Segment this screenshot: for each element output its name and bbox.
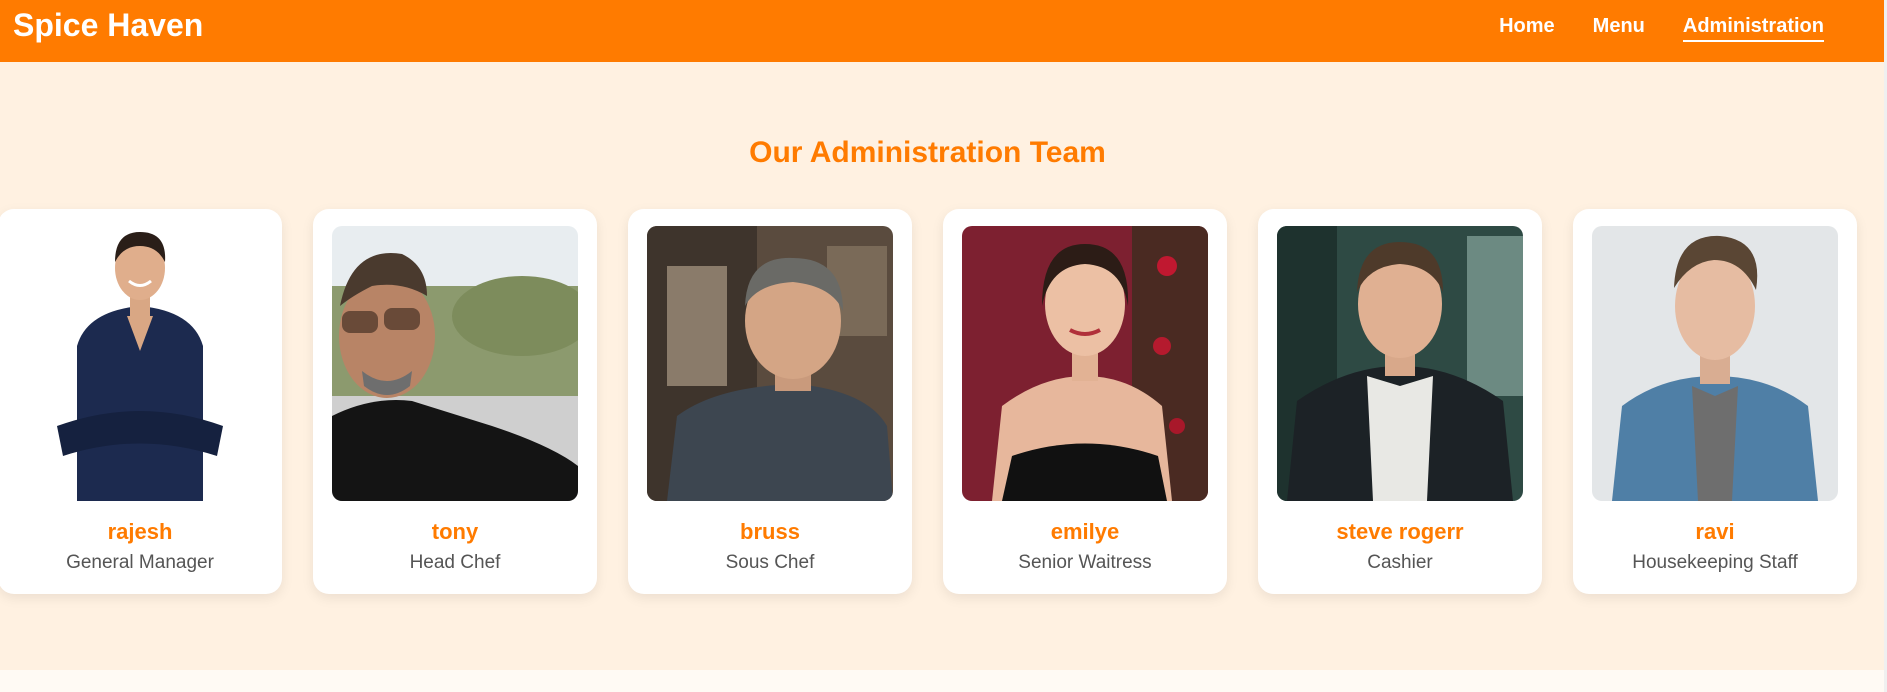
section-title: Our Administration Team <box>749 136 1106 169</box>
member-name: rajesh <box>107 519 173 544</box>
member-name: ravi <box>1695 519 1735 544</box>
man-sunglasses-photo <box>332 226 578 501</box>
woman-black-dress-photo <box>962 226 1208 501</box>
team-card: rajesh General Manager <box>0 209 282 594</box>
man-crossed-arms-photo <box>17 226 263 501</box>
member-name: bruss <box>740 519 800 544</box>
main-nav: Home Menu Administration <box>1499 14 1824 42</box>
member-role: Head Chef <box>409 552 501 573</box>
administration-section: Our Administration Team rajesh General M… <box>0 62 1884 670</box>
page: Spice Haven Home Menu Administration Our… <box>0 0 1887 692</box>
member-name: emilye <box>1050 519 1120 544</box>
member-role: Housekeeping Staff <box>1632 552 1798 573</box>
team-card: emilye Senior Waitress <box>943 209 1227 594</box>
nav-administration-link[interactable]: Administration <box>1682 14 1824 42</box>
member-role: Senior Waitress <box>1018 552 1152 573</box>
member-name: tony <box>431 519 479 544</box>
nav-home-link[interactable]: Home <box>1499 14 1555 42</box>
man-dark-jacket-photo <box>1277 226 1523 501</box>
brand-logo[interactable]: Spice Haven <box>13 8 203 42</box>
top-navbar: Spice Haven Home Menu Administration <box>0 0 1884 62</box>
team-card: steve rogerr Cashier <box>1258 209 1542 594</box>
man-grey-shirt-photo <box>647 226 893 501</box>
member-name: steve rogerr <box>1336 519 1464 544</box>
team-card: bruss Sous Chef <box>628 209 912 594</box>
nav-menu-link[interactable]: Menu <box>1593 14 1645 42</box>
man-denim-jacket-photo <box>1592 226 1838 501</box>
team-cards: rajesh General Manager tony Head Chef br… <box>0 209 1857 594</box>
footer-strip <box>0 670 1884 692</box>
team-card: ravi Housekeeping Staff <box>1573 209 1857 594</box>
member-role: Sous Chef <box>725 552 815 573</box>
team-card: tony Head Chef <box>313 209 597 594</box>
member-role: General Manager <box>66 552 214 573</box>
member-role: Cashier <box>1367 552 1433 573</box>
